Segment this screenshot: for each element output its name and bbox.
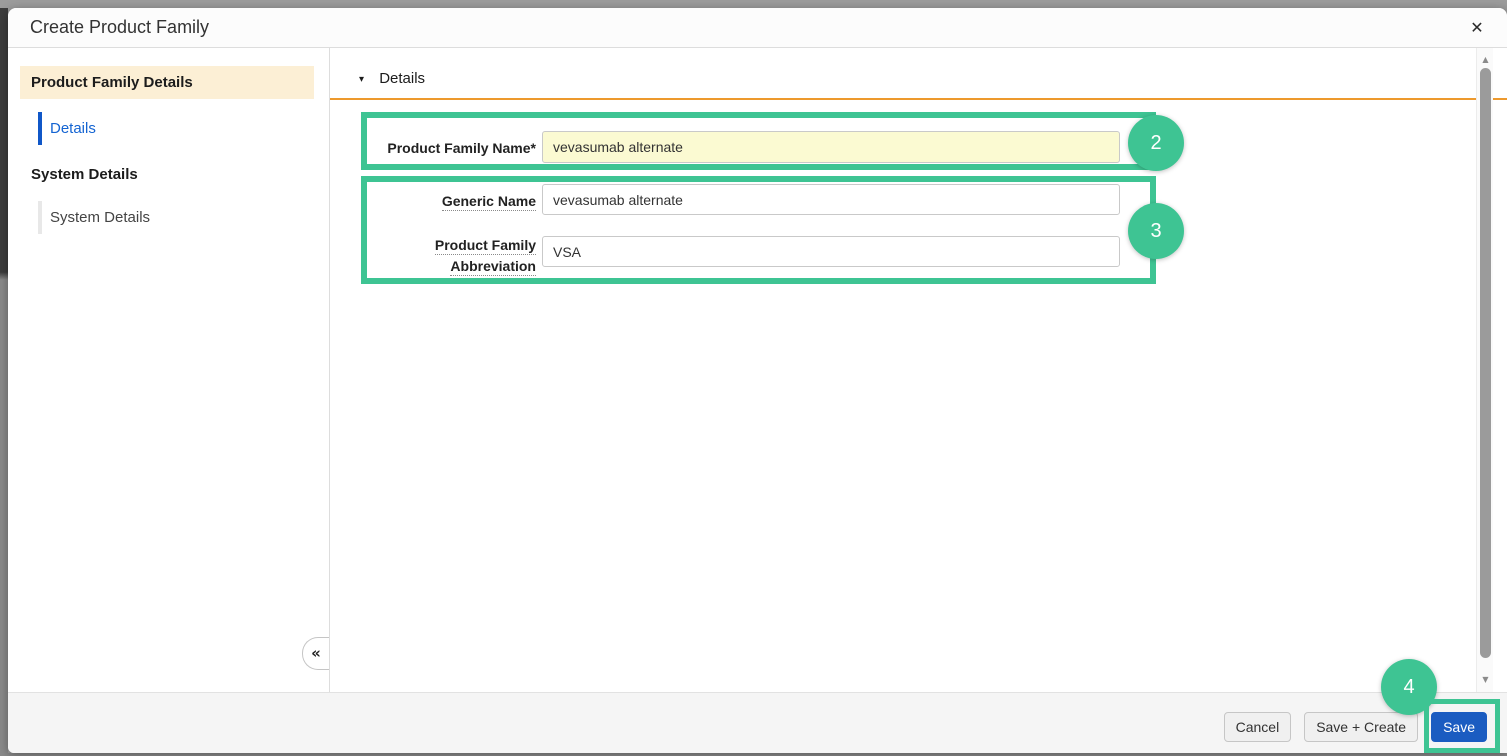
- dialog-footer: Cancel Save + Create Save: [8, 692, 1507, 753]
- create-product-family-dialog: Create Product Family ✕ Product Family D…: [8, 8, 1507, 753]
- sidebar-item-system-details[interactable]: System Details: [38, 201, 313, 234]
- vertical-scrollbar[interactable]: ▲ ▼: [1476, 48, 1493, 692]
- product-family-abbreviation-label-text: Product Family Abbreviation: [434, 237, 536, 276]
- details-form-panel: ▾ Details Product Family Name* Generic N…: [330, 48, 1507, 692]
- page-background-left: [0, 0, 8, 756]
- product-family-abbreviation-label: Product Family Abbreviation: [370, 235, 536, 277]
- details-section-header: ▾ Details: [330, 48, 1507, 100]
- scroll-down-icon[interactable]: ▼: [1477, 672, 1494, 688]
- sidebar-item-product-family-details[interactable]: Product Family Details: [20, 66, 314, 99]
- generic-name-label-text: Generic Name: [441, 193, 536, 211]
- footer-button-group: Cancel Save + Create Save: [1223, 712, 1487, 742]
- save-button[interactable]: Save: [1431, 712, 1487, 742]
- sidebar-item-system-details-header[interactable]: System Details: [31, 166, 313, 183]
- generic-name-label: Generic Name: [370, 191, 536, 212]
- generic-name-input[interactable]: [542, 184, 1120, 215]
- scroll-up-icon[interactable]: ▲: [1477, 52, 1494, 68]
- dialog-body: Product Family Details Details System De…: [8, 48, 1507, 692]
- sidebar-item-details[interactable]: Details: [38, 112, 313, 145]
- annotation-step-2-badge: 2: [1128, 115, 1184, 171]
- scrollbar-thumb[interactable]: [1480, 68, 1491, 658]
- product-family-abbreviation-input[interactable]: [542, 236, 1120, 267]
- section-title: Details: [379, 70, 426, 87]
- sidebar-item-label: System Details: [50, 209, 151, 226]
- collapse-sidebar-button[interactable]: «: [302, 637, 329, 670]
- close-icon[interactable]: ✕: [1464, 15, 1490, 41]
- chevron-double-left-icon: «: [311, 644, 321, 662]
- dialog-header: Create Product Family ✕: [8, 8, 1507, 48]
- product-family-name-label: Product Family Name*: [387, 140, 536, 156]
- sidebar-item-label: Details: [50, 120, 96, 137]
- dialog-sidebar: Product Family Details Details System De…: [8, 48, 330, 692]
- product-family-name-input[interactable]: [542, 131, 1120, 163]
- dialog-title: Create Product Family: [30, 17, 210, 37]
- annotation-step-3-badge: 3: [1128, 203, 1184, 259]
- save-create-button[interactable]: Save + Create: [1304, 712, 1419, 742]
- page-background-top: [0, 0, 1507, 8]
- section-collapse-icon[interactable]: ▾: [359, 74, 364, 85]
- annotation-step-4-badge: 4: [1381, 659, 1437, 715]
- cancel-button[interactable]: Cancel: [1223, 712, 1292, 742]
